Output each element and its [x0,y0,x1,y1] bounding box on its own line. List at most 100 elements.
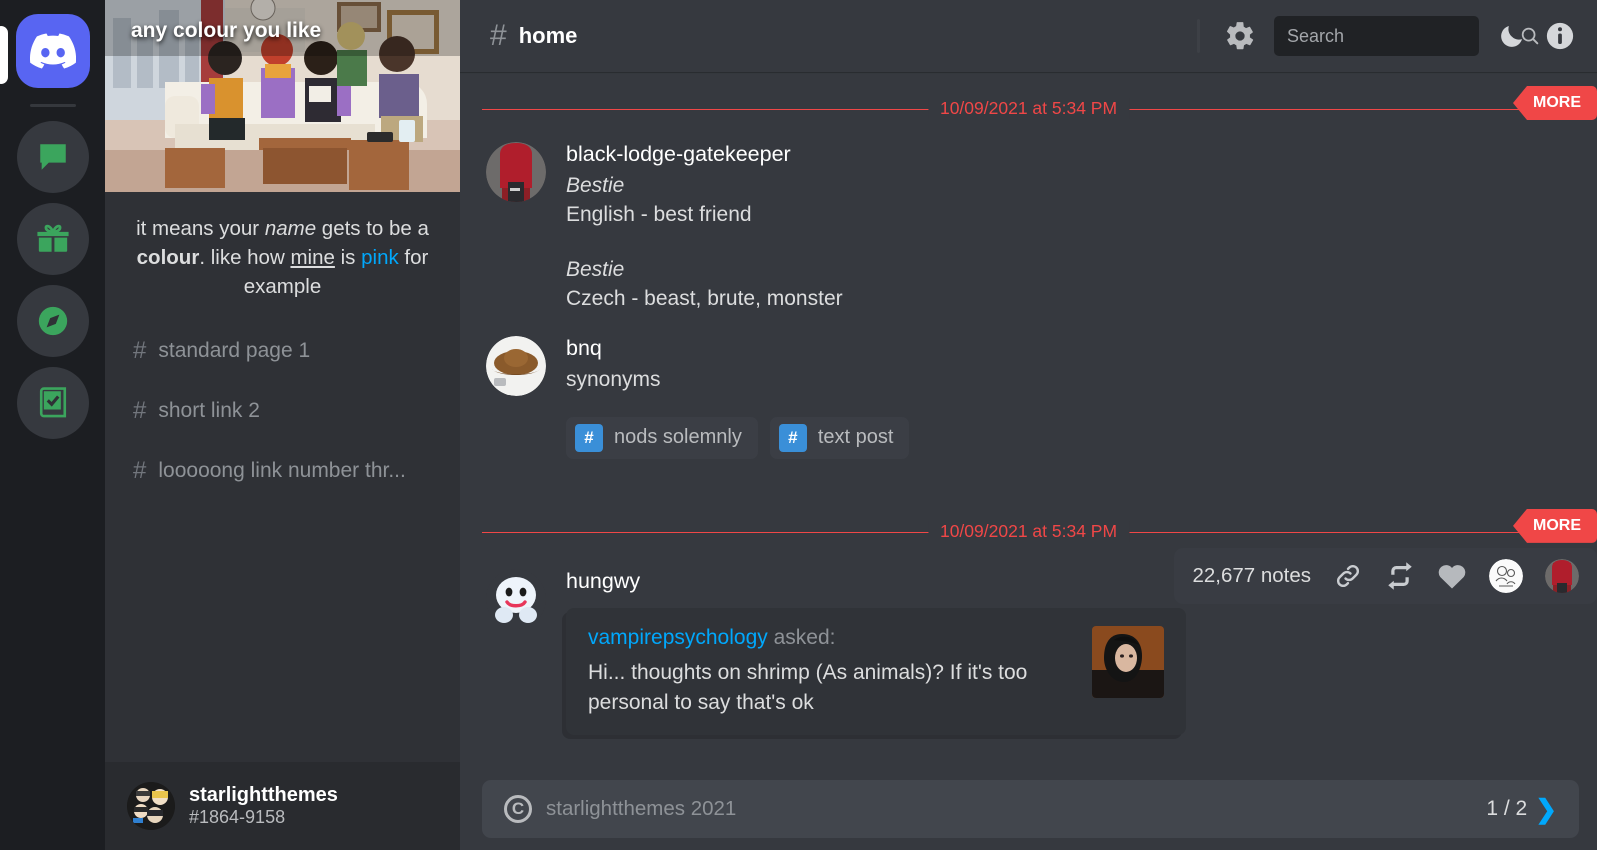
ask-avatar-image [1092,625,1164,698]
note-avatar-redhair[interactable] [1545,559,1579,593]
sidebar-item-looooong-link-3[interactable]: # looooong link number thr... [105,449,460,493]
discord-logo[interactable] [15,14,90,88]
active-guild-indicator [0,26,8,84]
sidebar-item-explore[interactable] [16,285,89,357]
compass-icon [36,304,70,338]
channel-label: looooong link number thr... [158,459,406,483]
desc-part-3: . like how [199,246,291,270]
guild-rail-separator [29,104,76,107]
ask-asker[interactable]: vampirepsychology [588,626,768,649]
chevron-right-icon[interactable]: ❯ [1535,794,1557,825]
reblog-icon[interactable] [1385,561,1415,591]
ask-block: vampirepsychology asked: Hi... thoughts … [566,607,1186,736]
more-badge[interactable]: MORE [1513,508,1597,543]
hash-icon: # [133,457,147,485]
avatar[interactable] [486,335,546,396]
date-divider: 10/09/2021 at 5:34 PM MORE [482,86,1597,120]
avatar[interactable] [127,782,175,830]
post-line: Czech - beast, brute, monster [566,286,843,310]
desc-link-pink[interactable]: pink [361,246,399,269]
post-line: Bestie [566,257,625,281]
copyright-icon: C [504,795,532,823]
tag-text-post[interactable]: # text post [769,416,910,459]
desc-part-2: gets to be a [316,217,429,240]
tag-label: nods solemnly [614,426,742,449]
pagination: 1 / 2 ❯ [1486,794,1557,825]
date-divider: 10/09/2021 at 5:34 PM MORE [482,508,1597,543]
footer-credit: starlightthemes 2021 [546,797,737,820]
channel-label: short link 2 [158,399,260,423]
user-meta: starlightthemes #1864-9158 [189,783,338,829]
ask-header: vampirepsychology asked: [588,626,1076,650]
channel-list: # standard page 1 # short link 2 # loooo… [105,301,460,509]
post-line-gap [566,230,1571,256]
post: bnq synonyms # nods solemnly # text post [460,314,1597,459]
hash-icon: # [778,423,807,452]
post-body: bnq synonyms # nods solemnly # text post [566,336,1571,459]
post-line: synonyms [566,367,661,391]
notes-count: 22,677 notes [1192,564,1311,587]
message-feed[interactable]: 10/09/2021 at 5:34 PM MORE black-lodge-g… [460,72,1597,850]
user-tag: #1864-9158 [189,807,286,828]
main-content: # home Search 10/09/2021 at 5:34 PM MORE… [460,0,1597,850]
ask-question: Hi... thoughts on shrimp (As animals)? I… [588,660,1028,714]
blog-sidebar: any colour you like it means your name g… [105,0,460,850]
avatar[interactable] [486,142,546,202]
sidebar-item-chat[interactable] [16,121,89,193]
post-author[interactable]: black-lodge-gatekeeper [566,142,1571,167]
ask-suffix: asked: [767,625,836,649]
page-indicator: 1 / 2 [1486,797,1528,820]
gift-icon [36,222,70,256]
desc-italic: name [264,217,317,240]
post-line: Bestie [566,174,625,197]
search-input[interactable] [1274,16,1539,56]
blog-description: it means your name gets to be a colour. … [105,192,460,301]
moon-icon[interactable] [1497,21,1527,51]
post: black-lodge-gatekeeper Bestie English - … [460,120,1597,314]
hash-icon: # [490,19,507,52]
post-tags: # nods solemnly # text post [566,416,1571,459]
avatar[interactable] [486,568,546,629]
hash-icon: # [133,397,147,425]
banner-title: any colour you like [131,19,322,42]
toolbar-divider [1197,19,1200,53]
sidebar-item-standard-page-1[interactable]: # standard page 1 [105,329,460,373]
desc-underline: mine [290,246,335,270]
search-field[interactable] [1287,25,1519,47]
chat-bubble-icon [36,140,70,174]
guild-rail [0,0,105,850]
desc-part-4: is [334,246,362,270]
top-bar: # home [460,0,1597,72]
top-bar-actions [1197,16,1575,56]
ask-text: vampirepsychology asked: Hi... thoughts … [588,626,1076,718]
sidebar-item-gift[interactable] [16,203,89,275]
gear-icon[interactable] [1224,20,1256,52]
page-title: home [518,23,578,48]
channel-label: standard page 1 [158,339,311,363]
hash-icon: # [133,337,147,365]
more-badge[interactable]: MORE [1513,86,1597,120]
footer-bar: C starlightthemes 2021 1 / 2 ❯ [482,780,1579,838]
info-icon[interactable] [1545,21,1575,51]
tag-label: text post [817,426,894,449]
notes-bar: 22,677 notes [1174,548,1597,604]
note-avatar-sketch[interactable] [1489,559,1523,593]
sidebar-item-short-link-2[interactable]: # short link 2 [105,389,460,433]
divider-date: 10/09/2021 at 5:34 PM [927,98,1130,119]
link-icon[interactable] [1333,561,1363,591]
user-panel[interactable]: starlightthemes #1864-9158 [105,762,460,850]
divider-date: 10/09/2021 at 5:34 PM [927,520,1130,542]
heart-icon[interactable] [1437,562,1467,590]
banner-image: any colour you like [105,0,460,192]
user-name: starlightthemes [189,784,338,807]
hash-icon: # [575,423,603,452]
desc-part-1: it means your [136,217,265,240]
checklist-book-icon [37,386,69,420]
desc-bold: colour [136,246,200,270]
sidebar-item-tasks[interactable] [16,367,89,439]
tag-nods-solemnly[interactable]: # nods solemnly [566,416,758,459]
post-line: English - best friend [566,202,752,226]
post-author[interactable]: bnq [566,336,1571,361]
discord-theme-preview: any colour you like it means your name g… [0,0,1597,850]
post-body: black-lodge-gatekeeper Bestie English - … [566,142,1571,314]
